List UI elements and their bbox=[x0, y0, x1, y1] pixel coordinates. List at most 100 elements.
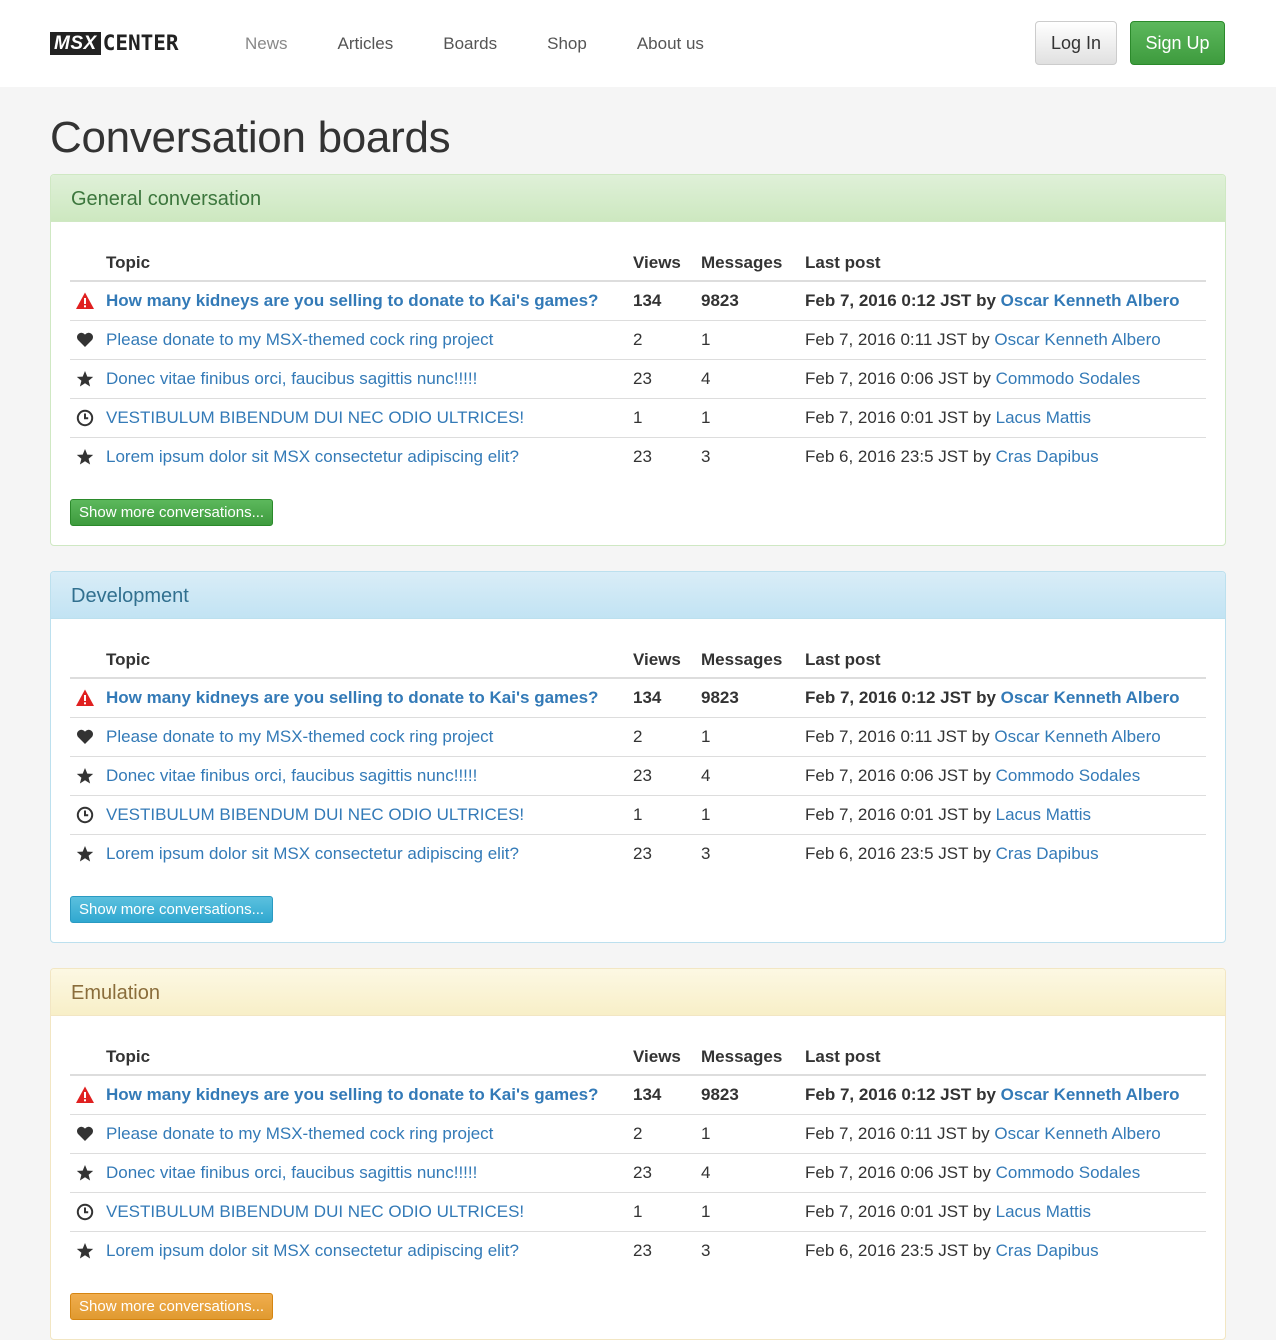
author-link[interactable]: Lacus Mattis bbox=[996, 408, 1091, 427]
warning-icon bbox=[75, 291, 95, 311]
by-label: by bbox=[972, 407, 991, 427]
author-link[interactable]: Cras Dapibus bbox=[996, 447, 1099, 466]
col-icon bbox=[70, 640, 106, 679]
topic-link[interactable]: VESTIBULUM BIBENDUM DUI NEC ODIO ULTRICE… bbox=[106, 805, 524, 824]
author-link[interactable]: Oscar Kenneth Albero bbox=[1001, 1085, 1180, 1104]
star-icon bbox=[75, 844, 95, 864]
logo-text: CENTER bbox=[102, 31, 179, 55]
topic-link[interactable]: Donec vitae finibus orci, faucibus sagit… bbox=[106, 369, 477, 388]
last-post: Feb 7, 2016 0:11 JST by Oscar Kenneth Al… bbox=[805, 320, 1206, 360]
topic-link[interactable]: Donec vitae finibus orci, faucibus sagit… bbox=[106, 1163, 477, 1182]
topic-link[interactable]: How many kidneys are you selling to dona… bbox=[106, 1085, 598, 1104]
views-count: 23 bbox=[633, 1153, 701, 1193]
signup-button[interactable]: Sign Up bbox=[1130, 21, 1225, 65]
messages-count: 3 bbox=[701, 446, 711, 466]
author-link[interactable]: Oscar Kenneth Albero bbox=[1001, 688, 1180, 707]
board-title: Emulation bbox=[51, 969, 1225, 1016]
last-post-date: Feb 7, 2016 0:01 JST bbox=[805, 804, 969, 824]
messages-count: 1 bbox=[701, 795, 805, 835]
topics-table: Topic Views Messages Last post How many kidn… bbox=[70, 1037, 1206, 1270]
by-label: by bbox=[971, 726, 990, 746]
show-more-button[interactable]: Show more conversations... bbox=[70, 896, 274, 923]
by-label: by bbox=[976, 687, 996, 707]
last-post: Feb 7, 2016 0:12 JST by Oscar Kenneth Al… bbox=[805, 1075, 1206, 1115]
author-link[interactable]: Oscar Kenneth Albero bbox=[994, 727, 1160, 746]
star-icon bbox=[75, 447, 95, 467]
heart-icon bbox=[75, 330, 95, 350]
topic-link[interactable]: Please donate to my MSX-themed cock ring… bbox=[106, 727, 493, 746]
nav-link-boards[interactable]: Boards bbox=[443, 32, 497, 56]
author-link[interactable]: Oscar Kenneth Albero bbox=[994, 1124, 1160, 1143]
col-topic: Topic bbox=[106, 243, 633, 282]
col-topic: Topic bbox=[106, 640, 633, 679]
site-logo[interactable]: MSX CENTER bbox=[50, 32, 179, 55]
topic-link[interactable]: Lorem ipsum dolor sit MSX consectetur ad… bbox=[106, 1241, 519, 1260]
topic-link[interactable]: Please donate to my MSX-themed cock ring… bbox=[106, 1124, 493, 1143]
topic-link[interactable]: Donec vitae finibus orci, faucibus sagit… bbox=[106, 766, 477, 785]
table-row: Please donate to my MSX-themed cock ring… bbox=[70, 320, 1206, 360]
by-label: by bbox=[971, 1123, 990, 1143]
by-label: by bbox=[972, 843, 991, 863]
topic-link[interactable]: Lorem ipsum dolor sit MSX consectetur ad… bbox=[106, 844, 519, 863]
last-post-date: Feb 7, 2016 0:01 JST bbox=[805, 407, 969, 427]
last-post: Feb 7, 2016 0:06 JST by Commodo Sodales bbox=[805, 756, 1206, 796]
author-link[interactable]: Cras Dapibus bbox=[996, 1241, 1099, 1260]
topic-link[interactable]: Lorem ipsum dolor sit MSX consectetur ad… bbox=[106, 447, 519, 466]
messages-count: 4 bbox=[701, 359, 805, 399]
messages-count: 1 bbox=[701, 320, 805, 360]
warning-icon bbox=[75, 1085, 95, 1105]
author-link[interactable]: Lacus Mattis bbox=[996, 1202, 1091, 1221]
col-last-post: Last post bbox=[805, 1037, 1206, 1076]
col-last-post: Last post bbox=[805, 640, 1206, 679]
by-label: by bbox=[971, 329, 990, 349]
topics-table: Topic Views Messages Last post How many kidn… bbox=[70, 640, 1206, 873]
author-link[interactable]: Cras Dapibus bbox=[996, 844, 1099, 863]
col-last-post: Last post bbox=[805, 243, 1206, 282]
last-post-date: Feb 7, 2016 0:12 JST bbox=[805, 687, 972, 707]
topic-link[interactable]: How many kidneys are you selling to dona… bbox=[106, 291, 598, 310]
table-header: Topic Views Messages Last post bbox=[70, 640, 1206, 679]
col-views: Views bbox=[633, 640, 701, 679]
topic-link[interactable]: Please donate to my MSX-themed cock ring… bbox=[106, 330, 493, 349]
last-post-date: Feb 7, 2016 0:11 JST bbox=[805, 726, 967, 746]
board-body: Topic Views Messages Last post How many kidn… bbox=[51, 619, 1225, 942]
by-label: by bbox=[976, 1084, 996, 1104]
last-post-date: Feb 7, 2016 0:06 JST bbox=[805, 368, 969, 388]
last-post-date: Feb 7, 2016 0:06 JST bbox=[805, 765, 969, 785]
table-row: Please donate to my MSX-themed cock ring… bbox=[70, 717, 1206, 757]
col-icon bbox=[70, 243, 106, 282]
table-row: How many kidneys are you selling to dona… bbox=[70, 1075, 1206, 1115]
board-panel: General conversation Topic Views Messages La… bbox=[50, 174, 1226, 546]
table-row: Please donate to my MSX-themed cock ring… bbox=[70, 1114, 1206, 1154]
author-link[interactable]: Commodo Sodales bbox=[996, 766, 1141, 785]
last-post: Feb 7, 2016 0:06 JST by Commodo Sodales bbox=[805, 1153, 1206, 1193]
table-row: Donec vitae finibus orci, faucibus sagit… bbox=[70, 359, 1206, 399]
nav-link-shop[interactable]: Shop bbox=[547, 32, 587, 56]
col-messages: Messages bbox=[701, 1037, 805, 1076]
author-link[interactable]: Oscar Kenneth Albero bbox=[994, 330, 1160, 349]
nav-link-news[interactable]: News bbox=[245, 32, 288, 56]
topic-link[interactable]: How many kidneys are you selling to dona… bbox=[106, 688, 598, 707]
show-more-button[interactable]: Show more conversations... bbox=[70, 1293, 274, 1320]
last-post-date: Feb 6, 2016 23:5 JST bbox=[805, 843, 969, 863]
top-navbar: MSX CENTER News Articles Boards Shop Abo… bbox=[0, 0, 1276, 87]
author-link[interactable]: Commodo Sodales bbox=[996, 369, 1141, 388]
last-post: Feb 7, 2016 0:12 JST by Oscar Kenneth Al… bbox=[805, 281, 1206, 321]
clock-icon bbox=[75, 1202, 95, 1222]
nav-link-about[interactable]: About us bbox=[637, 32, 704, 56]
author-link[interactable]: Commodo Sodales bbox=[996, 1163, 1141, 1182]
views-count: 1 bbox=[633, 398, 701, 438]
by-label: by bbox=[972, 765, 991, 785]
author-link[interactable]: Lacus Mattis bbox=[996, 805, 1091, 824]
login-button[interactable]: Log In bbox=[1035, 21, 1117, 65]
last-post: Feb 6, 2016 23:5 JST by Cras Dapibus bbox=[805, 834, 1206, 873]
topic-link[interactable]: VESTIBULUM BIBENDUM DUI NEC ODIO ULTRICE… bbox=[106, 408, 524, 427]
views-count: 1 bbox=[633, 1192, 701, 1232]
table-row: VESTIBULUM BIBENDUM DUI NEC ODIO ULTRICE… bbox=[70, 1192, 1206, 1232]
topic-link[interactable]: VESTIBULUM BIBENDUM DUI NEC ODIO ULTRICE… bbox=[106, 1202, 524, 1221]
author-link[interactable]: Oscar Kenneth Albero bbox=[1001, 291, 1180, 310]
by-label: by bbox=[976, 290, 996, 310]
show-more-button[interactable]: Show more conversations... bbox=[70, 499, 274, 526]
by-label: by bbox=[972, 1162, 991, 1182]
nav-link-articles[interactable]: Articles bbox=[338, 32, 394, 56]
